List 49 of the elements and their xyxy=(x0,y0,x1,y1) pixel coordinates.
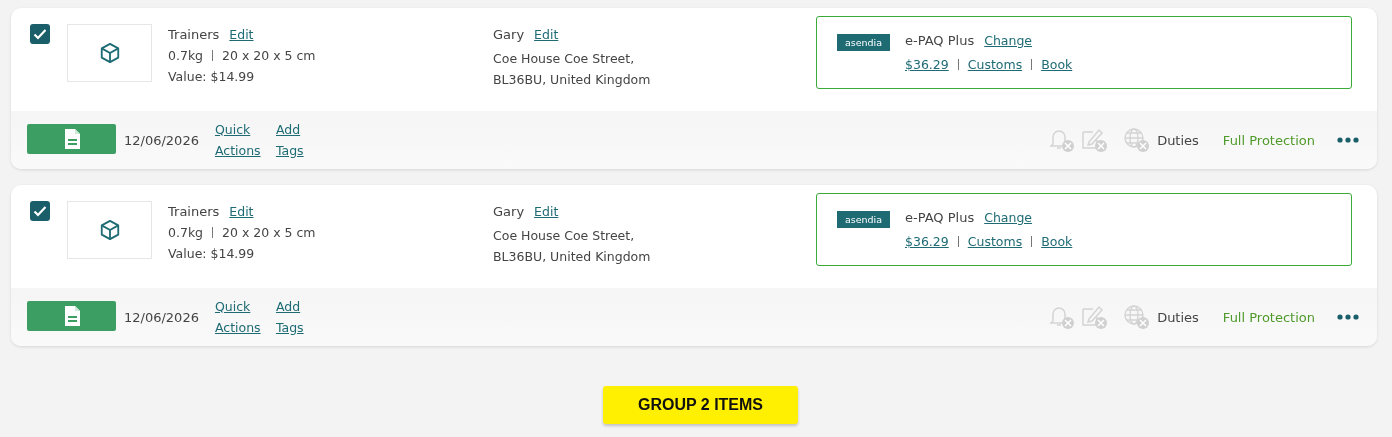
document-icon xyxy=(62,127,81,150)
weight-text: 0.7kg xyxy=(168,225,204,240)
checkbox[interactable] xyxy=(30,201,50,221)
add-tags-link[interactable]: Add Tags xyxy=(275,296,308,338)
box-icon xyxy=(98,42,121,64)
box-icon xyxy=(98,219,121,241)
book-link[interactable]: Book xyxy=(1041,57,1073,72)
price-link[interactable]: $36.29 xyxy=(905,234,949,249)
document-button[interactable] xyxy=(27,123,116,154)
change-link[interactable]: Change xyxy=(984,33,1033,48)
price-link[interactable]: $36.29 xyxy=(905,57,949,72)
protection-label: Full Protection xyxy=(1222,132,1315,148)
duties-label: Duties xyxy=(1157,132,1199,148)
customs-link[interactable]: Customs xyxy=(967,57,1023,72)
recipient-name: Gary xyxy=(493,204,525,219)
product-name: Trainers xyxy=(168,204,220,219)
service-name: e-PAQ Plus xyxy=(905,33,975,48)
value-text: Value: $14.99 xyxy=(168,69,255,84)
document-button[interactable] xyxy=(27,300,116,331)
edit-link[interactable]: Edit xyxy=(534,27,559,42)
weight-text: 0.7kg xyxy=(168,48,204,63)
recipient-name: Gary xyxy=(493,27,525,42)
book-link[interactable]: Book xyxy=(1041,234,1073,249)
edit-link[interactable]: Edit xyxy=(534,204,559,219)
address-line: Coe House Coe Street, xyxy=(493,227,636,245)
duties-label: Duties xyxy=(1157,309,1199,325)
address-line: Coe House Coe Street, xyxy=(493,50,636,68)
customs-link[interactable]: Customs xyxy=(967,234,1023,249)
edit-link[interactable]: Edit xyxy=(229,27,254,42)
add-tags-link[interactable]: Add Tags xyxy=(275,119,308,161)
document-icon xyxy=(62,304,81,327)
dimensions-text: 20 x 20 x 5 cm xyxy=(222,48,316,63)
quick-actions-link[interactable]: Quick Actions xyxy=(214,119,263,161)
value-text: Value: $14.99 xyxy=(168,246,255,261)
quick-actions-link[interactable]: Quick Actions xyxy=(214,296,263,338)
address-line: BL36BU, United Kingdom xyxy=(493,71,652,89)
carrier-logo: asendia xyxy=(837,211,890,228)
change-link[interactable]: Change xyxy=(984,210,1033,225)
date-text: 12/06/2026 xyxy=(124,309,199,325)
product-name: Trainers xyxy=(168,27,220,42)
protection-label: Full Protection xyxy=(1222,309,1315,325)
address-line: BL36BU, United Kingdom xyxy=(493,248,652,266)
carrier-logo: asendia xyxy=(837,34,890,51)
group-items-button[interactable]: GROUP 2 ITEMS xyxy=(603,386,798,424)
date-text: 12/06/2026 xyxy=(124,132,199,148)
edit-link[interactable]: Edit xyxy=(229,204,254,219)
dimensions-text: 20 x 20 x 5 cm xyxy=(222,225,316,240)
checkbox[interactable] xyxy=(30,24,50,44)
service-name: e-PAQ Plus xyxy=(905,210,975,225)
